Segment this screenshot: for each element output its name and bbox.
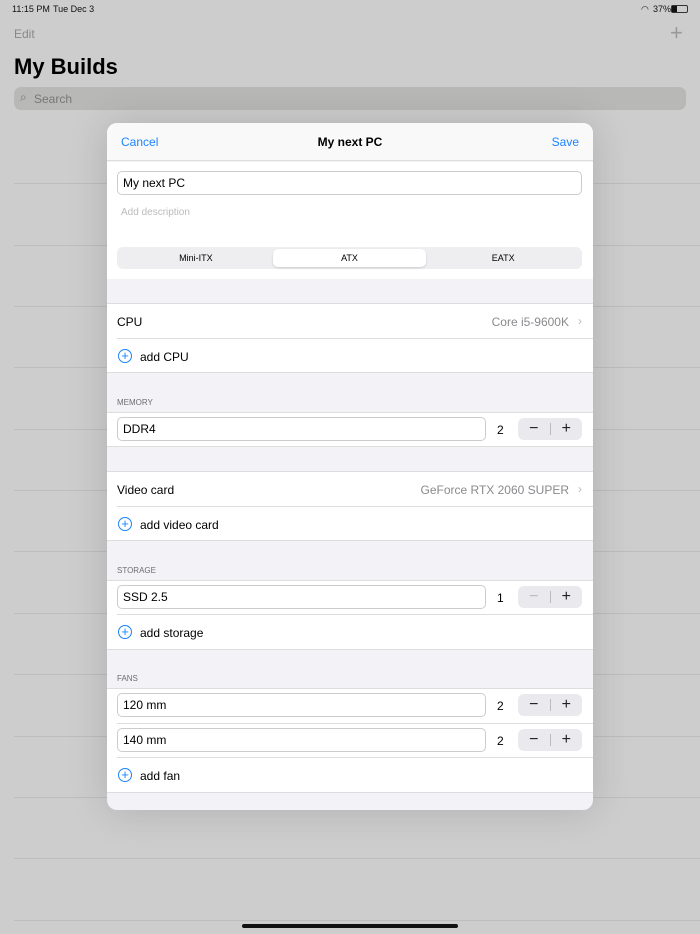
form-factor-segmented: Mini-ITX ATX EATX <box>117 247 582 269</box>
cpu-label: CPU <box>117 315 143 329</box>
search-input[interactable]: ⌕ Search <box>14 87 686 110</box>
save-button[interactable]: Save <box>552 135 579 149</box>
cpu-value[interactable]: Core i5-9600K <box>492 315 569 329</box>
video-card-value[interactable]: GeForce RTX 2060 SUPER <box>420 483 569 497</box>
battery-percent: 37% <box>653 4 672 14</box>
add-circle-icon[interactable]: + <box>118 768 132 782</box>
status-date: Tue Dec 3 <box>53 4 95 14</box>
edit-button[interactable]: Edit <box>14 27 35 41</box>
chevron-right-icon: › <box>578 482 582 496</box>
build-name-input[interactable]: My next PC <box>117 171 582 195</box>
status-time: 11:15 PM <box>12 4 50 14</box>
fan-stepper: − + <box>518 694 582 716</box>
add-circle-icon[interactable]: + <box>118 625 132 639</box>
add-build-button[interactable]: + <box>670 20 683 46</box>
storage-stepper: − + <box>518 586 582 608</box>
segment-mini-itx[interactable]: Mini-ITX <box>119 249 273 267</box>
add-video-card-button[interactable]: add video card <box>140 518 219 532</box>
search-icon: ⌕ <box>20 90 27 104</box>
chevron-right-icon: › <box>578 314 582 328</box>
storage-section-header: STORAGE <box>117 566 156 575</box>
add-circle-icon[interactable]: + <box>118 517 132 531</box>
battery-icon <box>671 5 688 13</box>
add-storage-button[interactable]: add storage <box>140 626 203 640</box>
fan-size-input[interactable]: 120 mm <box>117 693 486 717</box>
decrement-button[interactable]: − <box>518 418 550 440</box>
segment-atx[interactable]: ATX <box>272 249 427 267</box>
edit-build-modal: Cancel My next PC Save My next PC Add de… <box>107 123 593 810</box>
fans-section-header: FANS <box>117 674 138 683</box>
add-circle-icon[interactable]: + <box>118 349 132 363</box>
decrement-button[interactable]: − <box>518 729 550 751</box>
description-input[interactable]: Add description <box>121 207 190 218</box>
storage-type-input[interactable]: SSD 2.5 <box>117 585 486 609</box>
add-cpu-button[interactable]: add CPU <box>140 350 189 364</box>
increment-button[interactable]: + <box>551 586 583 608</box>
increment-button[interactable]: + <box>551 418 583 440</box>
search-placeholder: Search <box>34 92 73 106</box>
segment-eatx[interactable]: EATX <box>426 249 580 267</box>
memory-count: 2 <box>497 423 504 437</box>
video-card-label: Video card <box>117 483 175 497</box>
add-fan-button[interactable]: add fan <box>140 769 180 783</box>
memory-stepper: − + <box>518 418 582 440</box>
fan-count: 2 <box>497 734 504 748</box>
modal-title: My next PC <box>317 135 383 149</box>
home-indicator <box>242 924 458 928</box>
wifi-icon: ◠ <box>641 4 649 14</box>
increment-button[interactable]: + <box>551 729 583 751</box>
decrement-button[interactable]: − <box>518 694 550 716</box>
memory-type-input[interactable]: DDR4 <box>117 417 486 441</box>
storage-count: 1 <box>497 591 504 605</box>
decrement-button[interactable]: − <box>518 586 550 608</box>
fan-count: 2 <box>497 699 504 713</box>
page-title: My Builds <box>14 54 118 79</box>
fan-size-input[interactable]: 140 mm <box>117 728 486 752</box>
fan-stepper: − + <box>518 729 582 751</box>
memory-section-header: MEMORY <box>117 398 153 407</box>
increment-button[interactable]: + <box>551 694 583 716</box>
